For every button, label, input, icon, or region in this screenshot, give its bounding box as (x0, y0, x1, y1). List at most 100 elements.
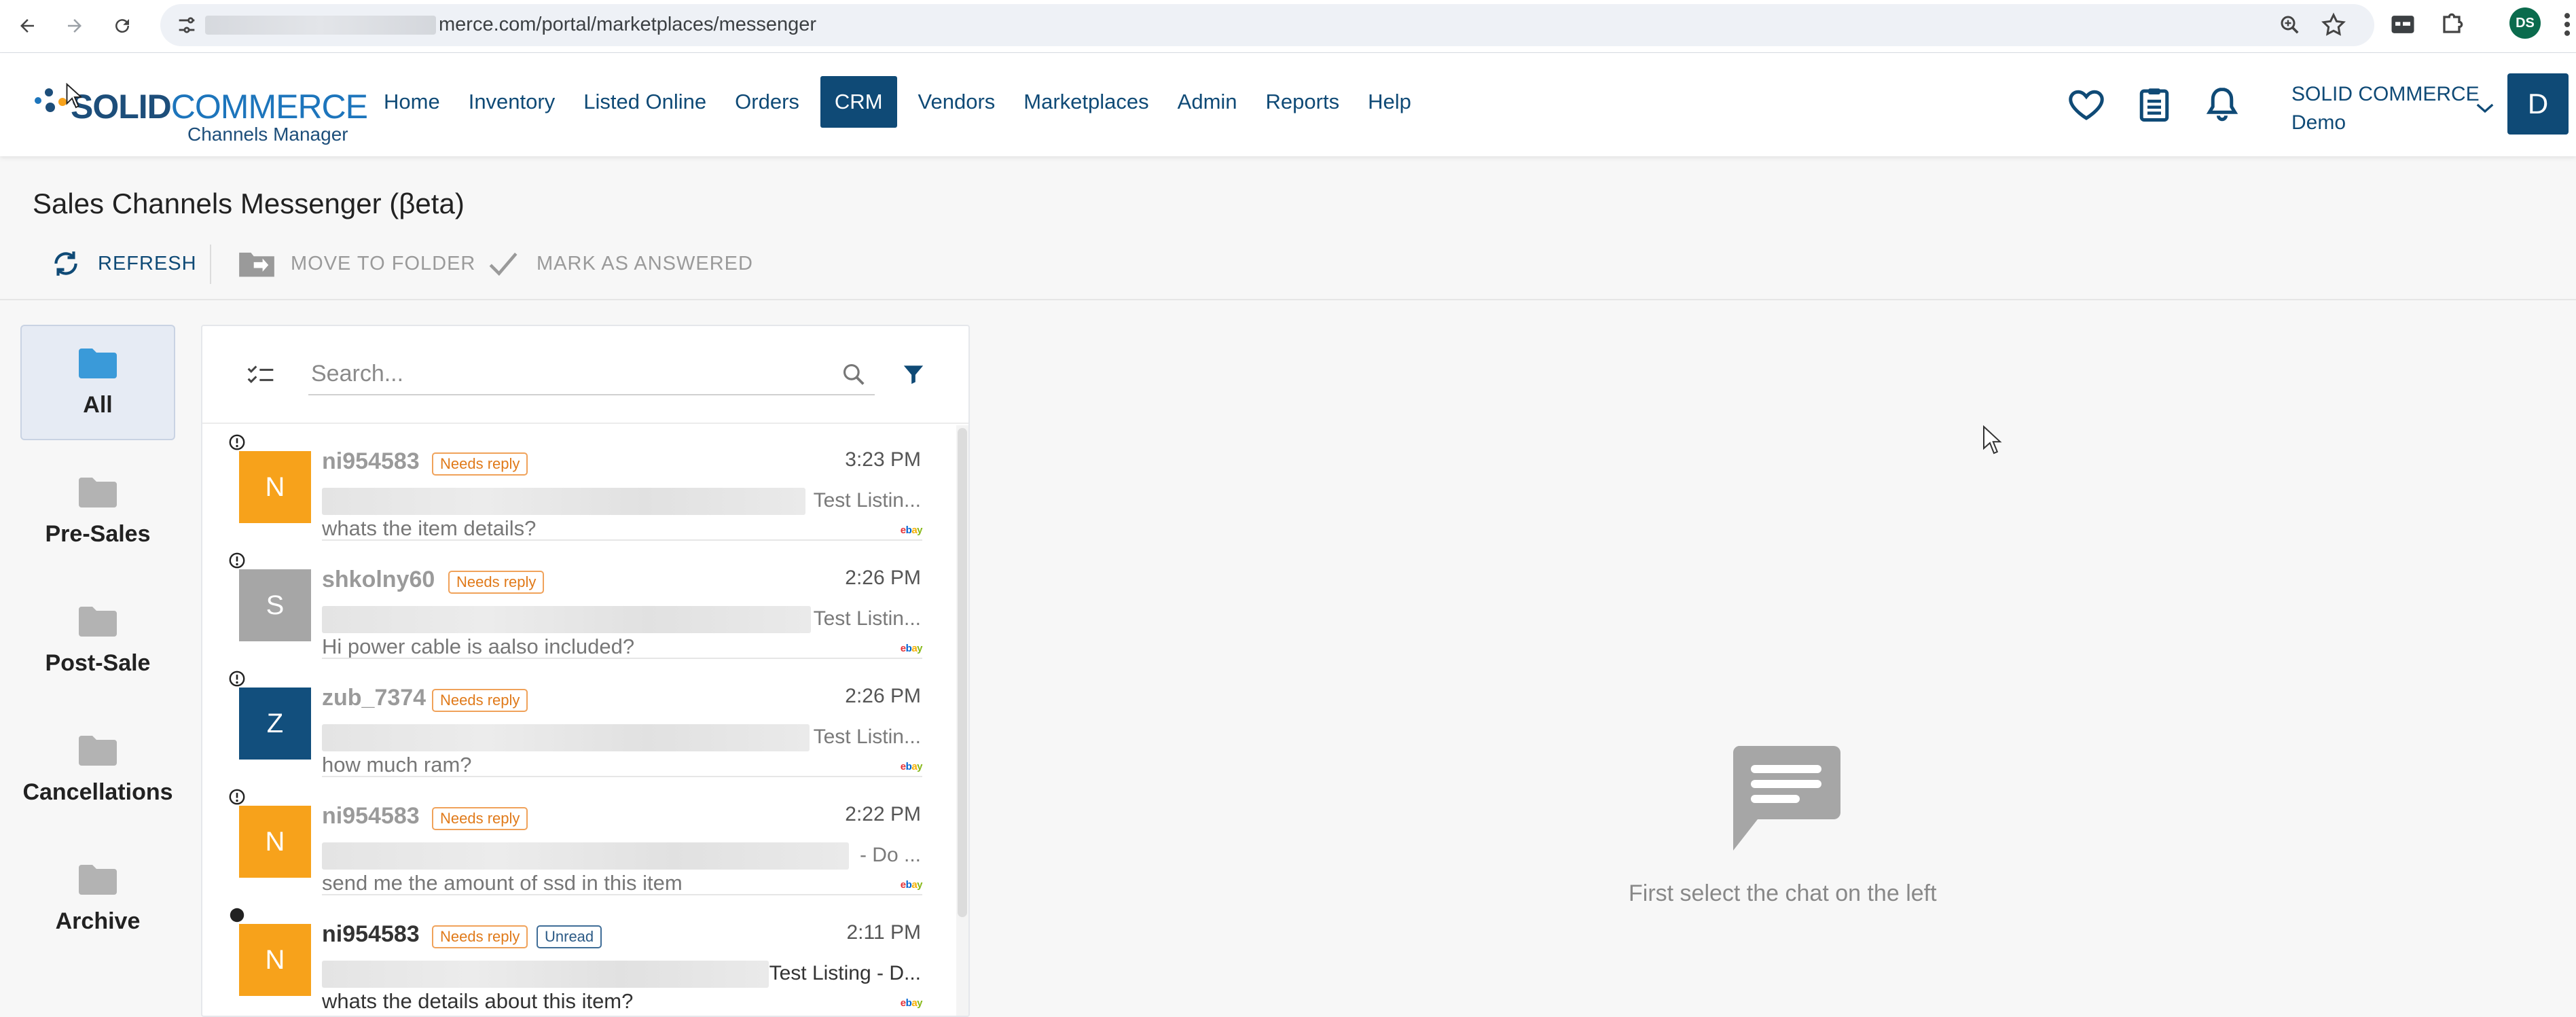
chat-list-item[interactable]: Sshkolny60 Needs reply 2:26 PM Test Listin.… (202, 541, 926, 659)
unread-dot-icon (230, 908, 244, 923)
site-settings-icon[interactable] (175, 14, 198, 37)
checkmark-icon (489, 252, 518, 276)
listing-title-redacted (322, 488, 805, 515)
chat-message-preview: whats the details about this item? (322, 989, 634, 1013)
account-company: SOLID COMMERCE (2291, 83, 2480, 105)
refresh-button[interactable]: REFRESH (49, 239, 197, 288)
ebay-marketplace-icon: ebay (900, 524, 923, 536)
logo-brand-bold: SOLID (71, 88, 172, 126)
extension-icon[interactable] (2388, 8, 2418, 41)
chat-message-preview: send me the amount of ssd in this item (322, 871, 683, 895)
chat-time: 3:23 PM (845, 448, 921, 471)
chat-message-preview: how much ram? (322, 753, 472, 777)
move-to-folder-icon (239, 252, 274, 277)
move-to-folder-label: MOVE TO FOLDER (291, 252, 476, 274)
nav-listed-online[interactable]: Listed Online (569, 76, 721, 128)
search-row (202, 326, 968, 424)
ebay-marketplace-icon: ebay (900, 643, 923, 654)
zoom-icon[interactable] (2278, 13, 2302, 37)
browser-profile-avatar[interactable]: DS (2509, 7, 2541, 39)
move-to-folder-button[interactable]: MOVE TO FOLDER (238, 239, 475, 288)
listing-title: Test Listing - D... (769, 962, 921, 984)
extensions-puzzle-icon[interactable] (2437, 8, 2467, 41)
user-avatar[interactable]: D (2507, 73, 2569, 135)
chat-time: 2:22 PM (845, 803, 921, 825)
toolbar-divider (210, 245, 211, 284)
folder-pre-sales[interactable]: Pre-Sales (20, 454, 175, 569)
chat-list-item[interactable]: Nni954583 Needs reply 2:22 PM - Do ... send … (202, 777, 926, 895)
chat-username: ni954583 (322, 921, 420, 947)
chat-list-item[interactable]: Nni954583 Needs reply 3:23 PM Test Listin..… (202, 423, 926, 541)
nav-crm[interactable]: CRM (820, 76, 897, 128)
search-input[interactable] (308, 353, 875, 395)
ebay-marketplace-icon: ebay (900, 997, 923, 1009)
folder-post-sale[interactable]: Post-Sale (20, 583, 175, 698)
filter-icon[interactable] (902, 363, 925, 386)
chat-avatar: N (239, 806, 311, 878)
needs-reply-badge: Needs reply (432, 689, 528, 712)
nav-vendors[interactable]: Vendors (904, 76, 1010, 128)
mark-as-answered-label: MARK AS ANSWERED (537, 252, 753, 274)
needs-reply-badge: Needs reply (432, 452, 528, 476)
app-header: SOLIDCOMMERCE Channels Manager Home Inven… (0, 53, 2576, 156)
nav-help[interactable]: Help (1354, 76, 1426, 128)
folder-all[interactable]: All (20, 325, 175, 440)
account-menu[interactable]: SOLID COMMERCE Demo (2291, 76, 2495, 137)
chat-list-item[interactable]: Nni954583 Needs reply Unread 2:11 PM Test Li… (202, 895, 926, 1014)
notifications-bell-icon[interactable] (2202, 83, 2243, 126)
forward-icon[interactable] (58, 10, 91, 42)
folder-label: Archive (55, 908, 141, 934)
clipboard-icon[interactable] (2134, 83, 2175, 126)
chat-username: ni954583 (322, 803, 420, 829)
nav-orders[interactable]: Orders (721, 76, 814, 128)
chat-username: shkolny60 (322, 567, 435, 592)
logo-brand-light: COMMERCE (170, 88, 368, 126)
favorites-heart-icon[interactable] (2066, 83, 2107, 126)
mouse-pointer-icon (66, 83, 81, 109)
nav-reports[interactable]: Reports (1252, 76, 1354, 128)
account-user: Demo (2291, 111, 2346, 134)
url-text[interactable]: merce.com/portal/marketplaces/messenger (439, 14, 816, 36)
reload-icon[interactable] (106, 10, 139, 42)
nav-inventory[interactable]: Inventory (454, 76, 570, 128)
listing-title-redacted (322, 842, 849, 870)
main-nav: Home Inventory Listed Online Orders CRM Vendo… (369, 76, 1426, 128)
folder-icon (79, 348, 117, 378)
browser-menu-icon[interactable] (2562, 10, 2573, 39)
chat-avatar: N (239, 451, 311, 523)
browser-toolbar: merce.com/portal/marketplaces/messenger … (0, 0, 2576, 53)
chat-list-panel: Nni954583 Needs reply 3:23 PM Test Listin..… (201, 325, 970, 1017)
chat-list-item[interactable]: Zzub_7374 Needs reply 2:26 PM Test Listin..… (202, 659, 926, 777)
unread-badge: Unread (537, 925, 602, 948)
chat-time: 2:26 PM (845, 685, 921, 707)
chat-avatar: Z (239, 688, 311, 760)
needs-reply-alert-icon (229, 552, 245, 569)
listing-title: Test Listin... (813, 607, 921, 630)
folder-icon (79, 864, 117, 895)
page-title: Sales Channels Messenger (βeta) (33, 188, 465, 219)
needs-reply-badge: Needs reply (448, 571, 545, 594)
folder-archive[interactable]: Archive (20, 841, 175, 957)
listing-title: - Do ... (859, 844, 921, 866)
chat-avatar: S (239, 569, 311, 641)
listing-title-redacted (322, 961, 769, 988)
folder-icon (79, 606, 117, 637)
url-redacted (205, 16, 436, 35)
folder-label: Pre-Sales (45, 520, 151, 547)
folder-cancellations[interactable]: Cancellations (20, 712, 175, 827)
needs-reply-badge: Needs reply (432, 925, 528, 948)
address-bar[interactable]: merce.com/portal/marketplaces/messenger (160, 4, 2374, 46)
select-all-checklist-icon[interactable] (247, 363, 274, 386)
search-icon[interactable] (841, 361, 867, 387)
needs-reply-alert-icon (229, 671, 245, 687)
refresh-label: REFRESH (98, 252, 197, 274)
back-icon[interactable] (11, 10, 43, 42)
nav-marketplaces[interactable]: Marketplaces (1009, 76, 1163, 128)
nav-home[interactable]: Home (369, 76, 454, 128)
folder-label: All (83, 391, 113, 418)
chat-message-preview: Hi power cable is aalso included? (322, 635, 635, 658)
nav-admin[interactable]: Admin (1163, 76, 1252, 128)
mark-as-answered-button[interactable]: MARK AS ANSWERED (486, 239, 753, 288)
chat-list-scrollbar-thumb[interactable] (958, 428, 967, 917)
bookmark-star-icon[interactable] (2320, 12, 2347, 39)
